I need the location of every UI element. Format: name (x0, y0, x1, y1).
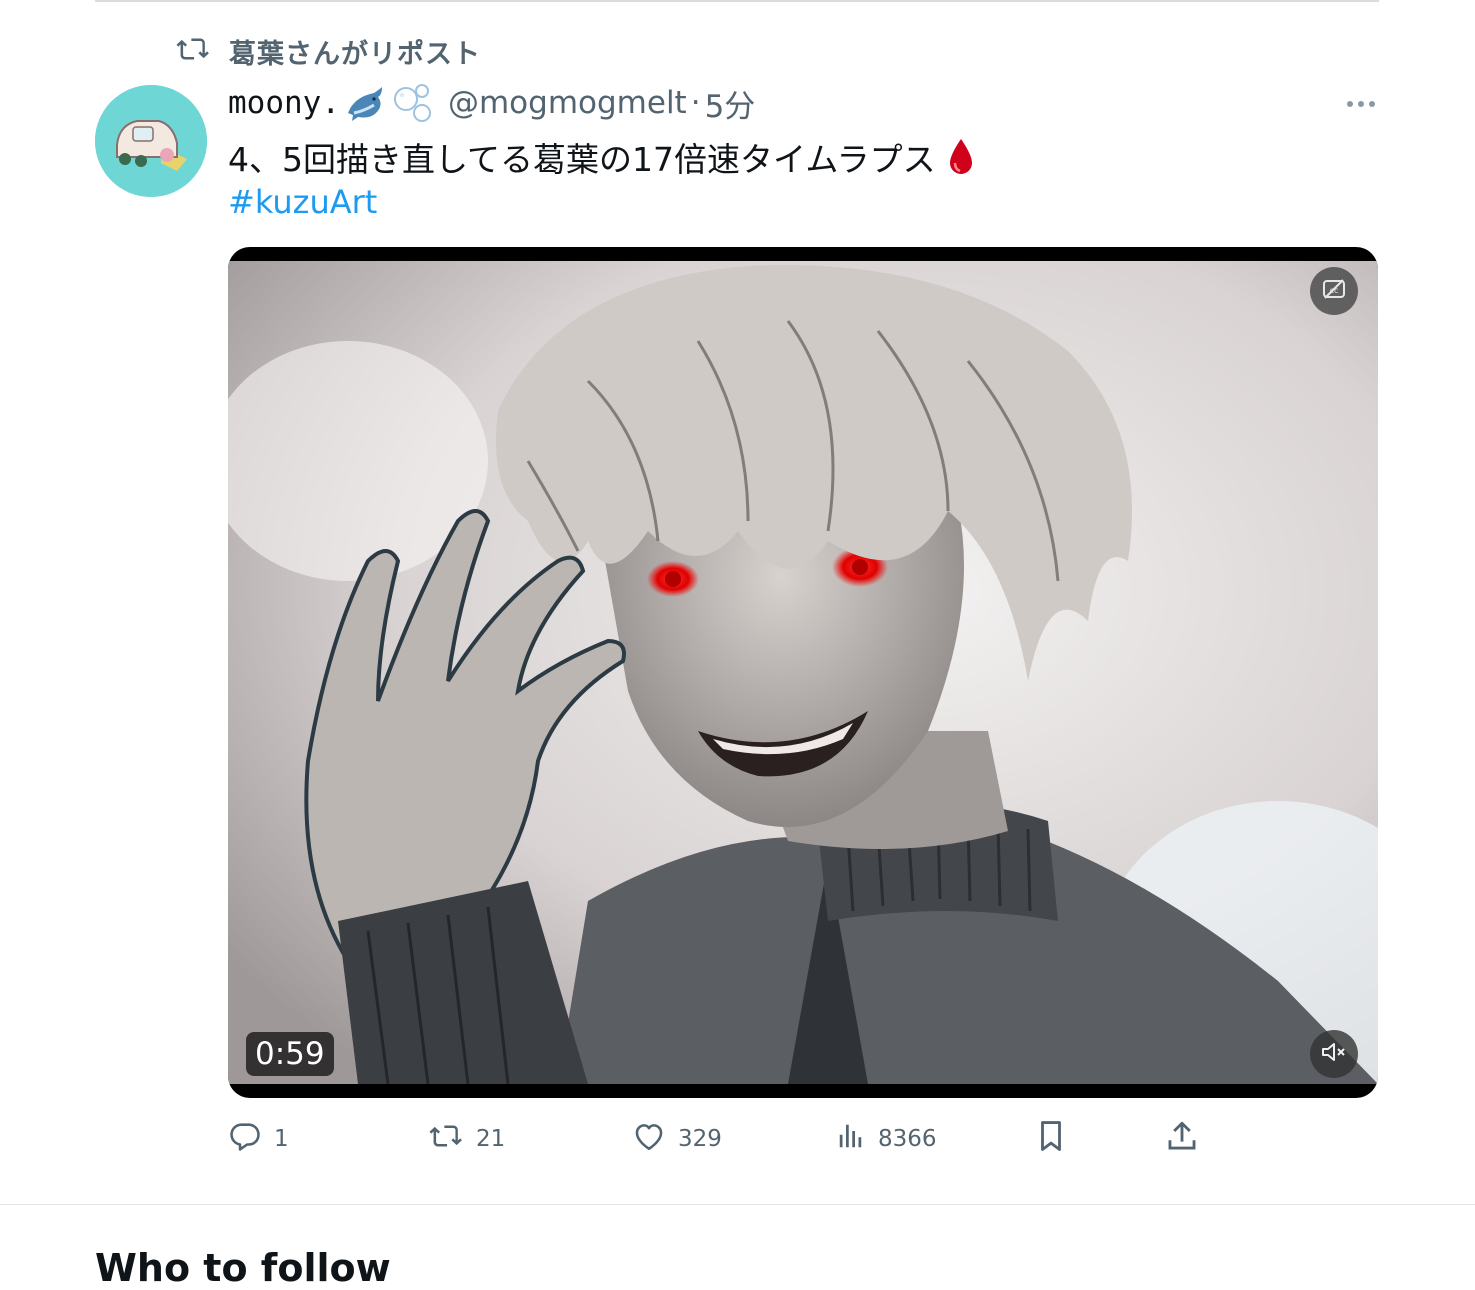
top-divider (95, 0, 1379, 2)
views-button[interactable]: 8366 (836, 1118, 937, 1160)
like-count: 329 (678, 1126, 722, 1152)
hashtag-link[interactable]: #kuzuArt (228, 183, 377, 221)
repost-icon (428, 1121, 464, 1157)
analytics-icon (836, 1121, 866, 1157)
tweet-body: 4、5回描き直してる葛葉の17倍速タイムラプス (228, 140, 936, 179)
repost-icon (175, 34, 211, 68)
drop-of-blood-emoji (946, 137, 976, 177)
video-frame (228, 261, 1378, 1084)
repost-label: 葛葉さんがリポスト (229, 38, 481, 70)
video-duration: 0:59 (246, 1032, 334, 1076)
reply-icon (228, 1119, 262, 1159)
more-options-button[interactable] (1336, 84, 1386, 120)
bookmark-icon (1036, 1119, 1066, 1159)
more-icon (1346, 93, 1376, 112)
volume-muted-icon (1320, 1040, 1348, 1068)
section-title: Who to follow (95, 1246, 391, 1290)
dolphin-emoji (344, 83, 388, 123)
bookmark-button[interactable] (1036, 1118, 1066, 1160)
tweet-time[interactable]: 5分 (705, 81, 756, 126)
like-button[interactable]: 329 (632, 1118, 722, 1160)
mute-button[interactable] (1310, 1030, 1358, 1078)
tweet-text: 4、5回描き直してる葛葉の17倍速タイムラプス (228, 133, 976, 181)
repost-count: 21 (476, 1126, 506, 1152)
reply-count: 1 (274, 1126, 289, 1152)
captions-button[interactable]: cc (1310, 267, 1358, 315)
heart-icon (632, 1120, 666, 1158)
separator-dot: · (690, 85, 701, 121)
tweet-actions: 1 21 329 8366 (228, 1118, 1228, 1160)
display-name[interactable]: moony. (228, 85, 340, 121)
tweet-header: moony. @mogmogmelt · 5分 (228, 80, 755, 126)
share-button[interactable] (1166, 1118, 1198, 1160)
repost-indicator[interactable]: 葛葉さんがリポスト (175, 33, 481, 70)
video-player[interactable]: cc 0:59 (228, 247, 1378, 1098)
reply-button[interactable]: 1 (228, 1118, 289, 1160)
view-count: 8366 (878, 1126, 937, 1152)
captions-off-icon: cc (1321, 277, 1347, 305)
share-icon (1166, 1119, 1198, 1159)
bubbles-emoji (392, 83, 434, 123)
repost-button[interactable]: 21 (428, 1118, 505, 1160)
avatar[interactable] (95, 85, 207, 197)
svg-text:cc: cc (1330, 286, 1339, 295)
user-handle[interactable]: @mogmogmelt (448, 85, 687, 121)
section-divider (0, 1204, 1475, 1205)
